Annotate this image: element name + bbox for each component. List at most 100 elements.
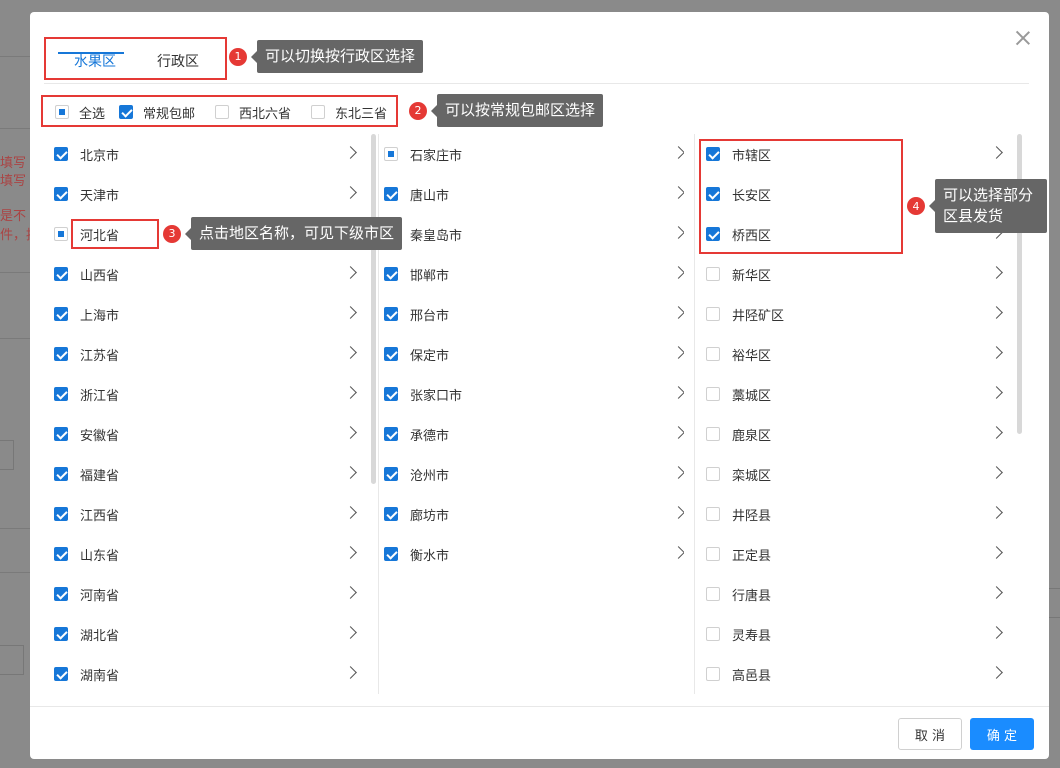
checkbox[interactable] [706,427,720,441]
chevron-right-icon[interactable] [990,586,1003,599]
checkbox[interactable] [54,347,68,361]
item-label[interactable]: 福建省 [80,465,119,484]
province-item[interactable]: 江苏省 [54,334,358,374]
checkbox[interactable] [706,347,720,361]
province-item[interactable]: 江西省 [54,494,358,534]
item-label[interactable]: 河南省 [80,585,119,604]
chevron-right-icon[interactable] [344,386,357,399]
checkbox[interactable] [54,147,68,161]
item-label[interactable]: 新华区 [732,265,771,284]
province-item[interactable]: 河南省 [54,574,358,614]
item-label[interactable]: 秦皇岛市 [410,225,462,244]
citie-item[interactable]: 张家口市 [384,374,684,414]
citie-item[interactable]: 邢台市 [384,294,684,334]
item-label[interactable]: 衡水市 [410,545,449,564]
checkbox[interactable] [311,105,325,119]
item-label[interactable]: 上海市 [80,305,119,324]
citie-item[interactable]: 廊坊市 [384,494,684,534]
item-label[interactable]: 栾城区 [732,465,771,484]
chevron-right-icon[interactable] [344,346,357,359]
item-label[interactable]: 山西省 [80,265,119,284]
checkbox[interactable] [706,627,720,641]
chevron-right-icon[interactable] [672,506,684,519]
filter-northwest[interactable]: 西北六省 [215,103,291,122]
district-item[interactable]: 灵寿县 [706,614,1004,654]
item-label[interactable]: 湖北省 [80,625,119,644]
province-item[interactable]: 山东省 [54,534,358,574]
checkbox[interactable] [384,187,398,201]
province-item[interactable]: 山西省 [54,254,358,294]
province-item[interactable]: 浙江省 [54,374,358,414]
checkbox[interactable] [384,507,398,521]
checkbox[interactable] [54,547,68,561]
citie-item[interactable]: 邯郸市 [384,254,684,294]
checkbox[interactable] [706,507,720,521]
checkbox[interactable] [706,667,720,681]
chevron-right-icon[interactable] [672,546,684,559]
chevron-right-icon[interactable] [344,586,357,599]
checkbox[interactable] [384,427,398,441]
chevron-right-icon[interactable] [344,186,357,199]
checkbox[interactable] [706,587,720,601]
item-label[interactable]: 江苏省 [80,345,119,364]
item-label[interactable]: 廊坊市 [410,505,449,524]
district-item[interactable]: 鹿泉区 [706,414,1004,454]
item-label[interactable]: 保定市 [410,345,449,364]
item-label[interactable]: 井陉县 [732,505,771,524]
citie-item[interactable]: 秦皇岛市 [384,214,684,254]
citie-item[interactable]: 保定市 [384,334,684,374]
citie-item[interactable]: 承德市 [384,414,684,454]
item-label[interactable]: 唐山市 [410,185,449,204]
chevron-right-icon[interactable] [672,346,684,359]
district-item[interactable]: 井陉县 [706,494,1004,534]
chevron-right-icon[interactable] [672,306,684,319]
checkbox[interactable] [384,387,398,401]
chevron-right-icon[interactable] [344,546,357,559]
item-label[interactable]: 行唐县 [732,585,771,604]
province-item[interactable]: 上海市 [54,294,358,334]
chevron-right-icon[interactable] [672,226,684,239]
district-item[interactable]: 新华区 [706,254,1004,294]
item-label[interactable]: 正定县 [732,545,771,564]
checkbox[interactable] [119,105,133,119]
item-label[interactable]: 高邑县 [732,665,771,684]
checkbox[interactable] [54,307,68,321]
chevron-right-icon[interactable] [990,626,1003,639]
citie-item[interactable]: 石家庄市 [384,134,684,174]
tab-admin-zone[interactable]: 行政区 [157,51,199,71]
province-item[interactable]: 北京市 [54,134,358,174]
tab-fruit-zone[interactable]: 水果区 [74,51,116,71]
province-item[interactable]: 天津市 [54,174,358,214]
item-label[interactable]: 江西省 [80,505,119,524]
checkbox[interactable] [54,627,68,641]
chevron-right-icon[interactable] [344,466,357,479]
province-item[interactable]: 安徽省 [54,414,358,454]
chevron-right-icon[interactable] [672,266,684,279]
citie-item[interactable]: 衡水市 [384,534,684,574]
chevron-right-icon[interactable] [990,426,1003,439]
checkbox[interactable] [384,307,398,321]
checkbox[interactable] [54,467,68,481]
chevron-right-icon[interactable] [672,426,684,439]
checkbox[interactable] [54,267,68,281]
chevron-right-icon[interactable] [344,266,357,279]
province-item[interactable]: 福建省 [54,454,358,494]
confirm-button[interactable]: 确 定 [970,718,1034,750]
item-label[interactable]: 天津市 [80,185,119,204]
item-label[interactable]: 裕华区 [732,345,771,364]
chevron-right-icon[interactable] [990,666,1003,679]
chevron-right-icon[interactable] [344,666,357,679]
province-scrollbar[interactable] [371,134,376,484]
item-label[interactable]: 沧州市 [410,465,449,484]
chevron-right-icon[interactable] [344,146,357,159]
district-item[interactable]: 井陉矿区 [706,294,1004,334]
chevron-right-icon[interactable] [672,146,684,159]
chevron-right-icon[interactable] [990,546,1003,559]
chevron-right-icon[interactable] [344,626,357,639]
citie-item[interactable]: 唐山市 [384,174,684,214]
checkbox[interactable] [54,227,68,241]
chevron-right-icon[interactable] [990,306,1003,319]
province-item[interactable]: 湖北省 [54,614,358,654]
chevron-right-icon[interactable] [672,386,684,399]
checkbox[interactable] [706,267,720,281]
